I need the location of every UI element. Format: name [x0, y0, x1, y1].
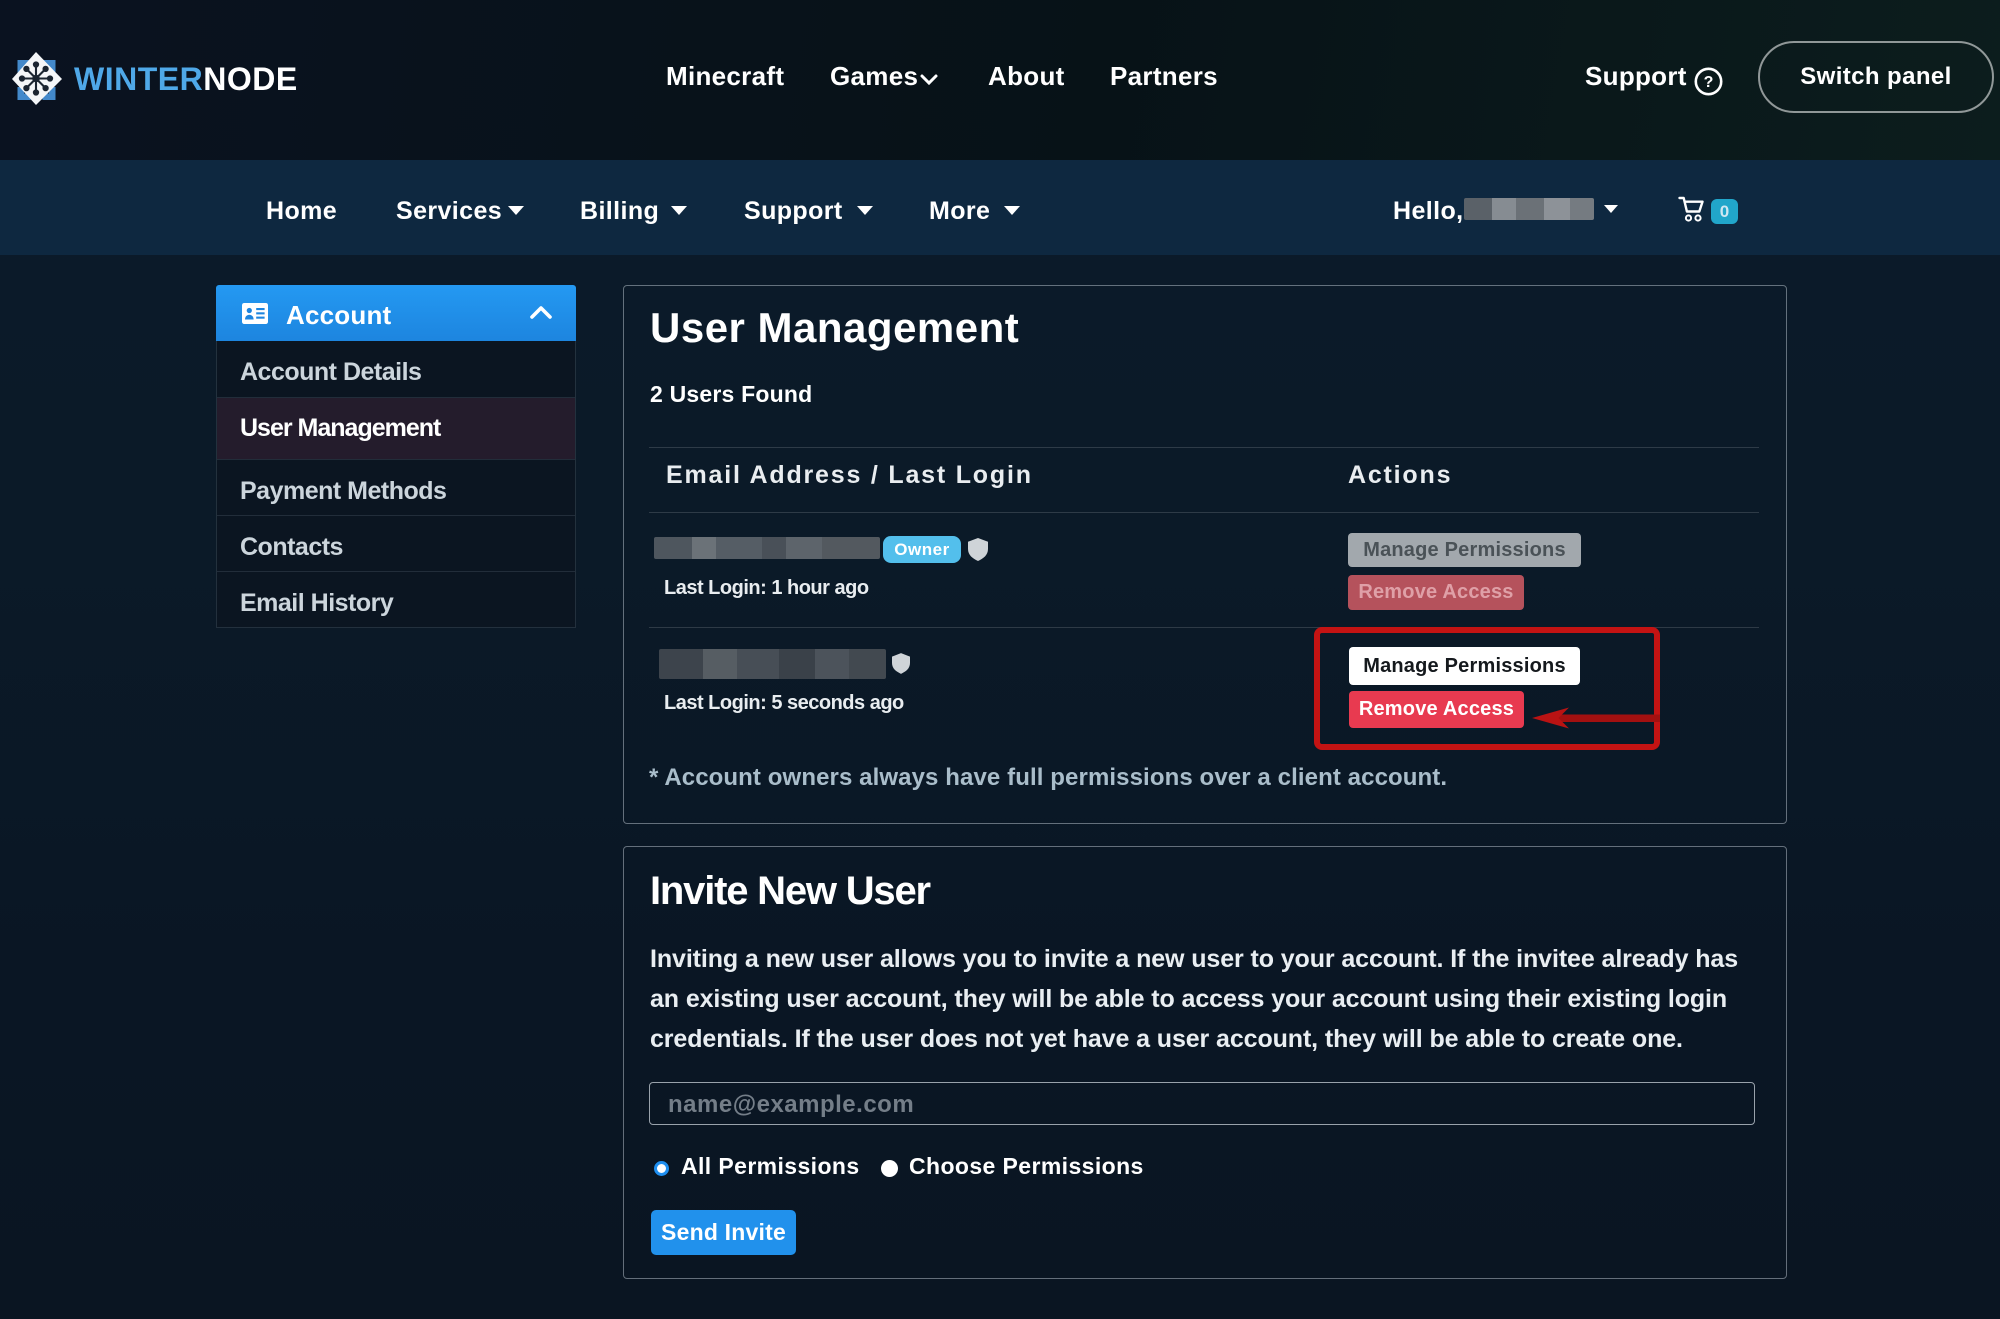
- svg-text:?: ?: [1704, 74, 1714, 91]
